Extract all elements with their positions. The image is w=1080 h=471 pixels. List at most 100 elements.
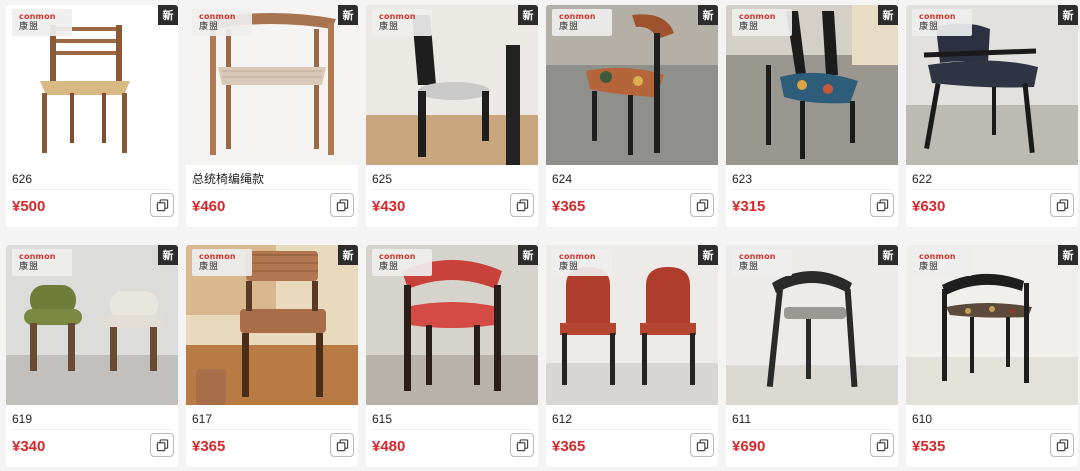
copy-to-cart-icon	[516, 438, 528, 451]
product-name[interactable]: 总统椅编绳款	[192, 169, 352, 189]
copy-to-cart-icon	[1056, 198, 1068, 211]
product-card[interactable]: conmon 康盟 新 624 ¥365	[546, 5, 718, 227]
brand-logo: conmon 康盟	[12, 9, 72, 36]
product-price: ¥480	[372, 438, 406, 455]
product-price: ¥690	[732, 438, 766, 455]
product-card[interactable]: conmon 康盟 新 619 ¥340	[6, 245, 178, 467]
divider	[552, 429, 712, 430]
product-price: ¥535	[912, 438, 946, 455]
product-image[interactable]: conmon 康盟	[6, 245, 178, 405]
product-card[interactable]: conmon 康盟 新 623 ¥315	[726, 5, 898, 227]
add-to-cart-button[interactable]	[150, 433, 174, 457]
product-image[interactable]: conmon 康盟	[906, 5, 1078, 165]
product-card[interactable]: conmon 康盟 新 626 ¥500	[6, 5, 178, 227]
add-to-cart-button[interactable]	[510, 193, 534, 217]
new-badge: 新	[698, 245, 718, 265]
new-badge: 新	[1058, 5, 1078, 25]
copy-to-cart-icon	[876, 198, 888, 211]
brand-logo: conmon 康盟	[552, 249, 612, 276]
product-name[interactable]: 619	[12, 409, 172, 429]
product-image[interactable]: conmon 康盟	[6, 5, 178, 165]
divider	[372, 429, 532, 430]
add-to-cart-button[interactable]	[330, 433, 354, 457]
copy-to-cart-icon	[156, 198, 168, 211]
product-price: ¥340	[12, 438, 46, 455]
new-badge: 新	[518, 5, 538, 25]
add-to-cart-button[interactable]	[870, 193, 894, 217]
copy-to-cart-icon	[1056, 438, 1068, 451]
product-card[interactable]: conmon 康盟 新 615 ¥480	[366, 245, 538, 467]
divider	[12, 429, 172, 430]
divider	[912, 189, 1072, 190]
product-name[interactable]: 624	[552, 169, 712, 189]
product-image[interactable]: conmon 康盟	[366, 5, 538, 165]
product-name[interactable]: 626	[12, 169, 172, 189]
product-card[interactable]: conmon 康盟 新 611 ¥690	[726, 245, 898, 467]
product-image[interactable]: conmon 康盟	[546, 5, 718, 165]
brand-logo: conmon 康盟	[12, 249, 72, 276]
new-badge: 新	[338, 245, 358, 265]
product-price: ¥365	[552, 438, 586, 455]
copy-to-cart-icon	[516, 198, 528, 211]
divider	[912, 429, 1072, 430]
divider	[732, 429, 892, 430]
product-image[interactable]: conmon 康盟	[726, 5, 898, 165]
brand-logo: conmon 康盟	[732, 9, 792, 36]
product-card[interactable]: conmon 康盟 新 617 ¥365	[186, 245, 358, 467]
product-price: ¥365	[552, 198, 586, 215]
product-image[interactable]: conmon 康盟	[366, 245, 538, 405]
product-name[interactable]: 615	[372, 409, 532, 429]
divider	[372, 189, 532, 190]
divider	[192, 429, 352, 430]
brand-logo: conmon 康盟	[192, 249, 252, 276]
product-grid: conmon 康盟 新 626 ¥500 conmon 康盟 新 总统椅编绳款 ¥4…	[0, 0, 1080, 471]
product-name[interactable]: 622	[912, 169, 1072, 189]
product-card[interactable]: conmon 康盟 新 总统椅编绳款 ¥460	[186, 5, 358, 227]
add-to-cart-button[interactable]	[1050, 193, 1074, 217]
product-price: ¥365	[192, 438, 226, 455]
copy-to-cart-icon	[876, 438, 888, 451]
product-price: ¥460	[192, 198, 226, 215]
product-name[interactable]: 612	[552, 409, 712, 429]
brand-logo: conmon 康盟	[732, 249, 792, 276]
product-price: ¥315	[732, 198, 766, 215]
product-card[interactable]: conmon 康盟 新 612 ¥365	[546, 245, 718, 467]
copy-to-cart-icon	[696, 198, 708, 211]
add-to-cart-button[interactable]	[870, 433, 894, 457]
divider	[552, 189, 712, 190]
new-badge: 新	[158, 5, 178, 25]
copy-to-cart-icon	[336, 198, 348, 211]
new-badge: 新	[1058, 245, 1078, 265]
copy-to-cart-icon	[696, 438, 708, 451]
add-to-cart-button[interactable]	[150, 193, 174, 217]
brand-logo: conmon 康盟	[912, 249, 972, 276]
add-to-cart-button[interactable]	[510, 433, 534, 457]
product-name[interactable]: 623	[732, 169, 892, 189]
product-card[interactable]: conmon 康盟 新 625 ¥430	[366, 5, 538, 227]
product-image[interactable]: conmon 康盟	[186, 5, 358, 165]
product-name[interactable]: 610	[912, 409, 1072, 429]
product-name[interactable]: 611	[732, 409, 892, 429]
new-badge: 新	[878, 245, 898, 265]
brand-logo: conmon 康盟	[552, 9, 612, 36]
divider	[732, 189, 892, 190]
copy-to-cart-icon	[156, 438, 168, 451]
product-image[interactable]: conmon 康盟	[546, 245, 718, 405]
add-to-cart-button[interactable]	[1050, 433, 1074, 457]
add-to-cart-button[interactable]	[330, 193, 354, 217]
add-to-cart-button[interactable]	[690, 433, 714, 457]
product-image[interactable]: conmon 康盟	[186, 245, 358, 405]
brand-logo: conmon 康盟	[192, 9, 252, 36]
brand-logo: conmon 康盟	[912, 9, 972, 36]
new-badge: 新	[338, 5, 358, 25]
product-price: ¥500	[12, 198, 46, 215]
product-image[interactable]: conmon 康盟	[906, 245, 1078, 405]
divider	[192, 189, 352, 190]
product-image[interactable]: conmon 康盟	[726, 245, 898, 405]
new-badge: 新	[518, 245, 538, 265]
product-name[interactable]: 617	[192, 409, 352, 429]
add-to-cart-button[interactable]	[690, 193, 714, 217]
product-card[interactable]: conmon 康盟 新 610 ¥535	[906, 245, 1078, 467]
product-name[interactable]: 625	[372, 169, 532, 189]
product-card[interactable]: conmon 康盟 新 622 ¥630	[906, 5, 1078, 227]
